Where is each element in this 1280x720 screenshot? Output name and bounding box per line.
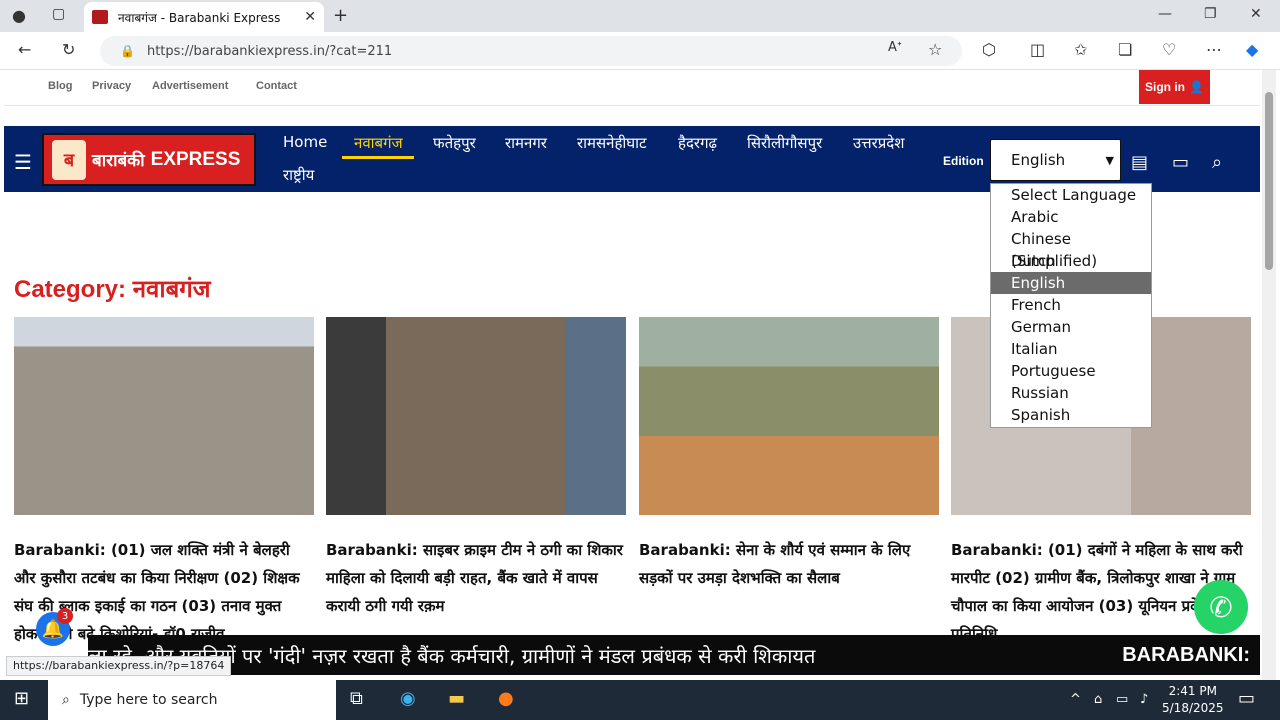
language-selected-value: English bbox=[1011, 151, 1066, 169]
top-link-blog[interactable]: Blog bbox=[48, 80, 72, 92]
language-option[interactable]: Portuguese bbox=[991, 360, 1151, 382]
newspaper-icon[interactable]: ▤ bbox=[1131, 152, 1148, 173]
article-image[interactable] bbox=[326, 317, 626, 515]
new-tab-icon[interactable]: + bbox=[333, 5, 348, 26]
chevron-down-icon: ▼ bbox=[1105, 153, 1114, 167]
menu-uttarpradesh[interactable]: उत्तरप्रदेश bbox=[853, 133, 904, 153]
favorites-icon[interactable]: ✩ bbox=[1074, 40, 1087, 59]
hamburger-menu-icon[interactable]: ☰ bbox=[14, 150, 32, 174]
url-text: https://barabankiexpress.in/?cat=211 bbox=[146, 43, 393, 59]
article-image[interactable] bbox=[14, 317, 314, 515]
sign-in-button[interactable]: Sign in 👤 bbox=[1139, 70, 1210, 104]
tray-security-icon[interactable]: ⌂ bbox=[1094, 692, 1102, 707]
top-link-privacy[interactable]: Privacy bbox=[92, 80, 131, 92]
top-link-contact[interactable]: Contact bbox=[256, 80, 297, 92]
windows-start-icon[interactable]: ⊞ bbox=[14, 688, 29, 709]
language-option[interactable]: Chinese (Simplified) bbox=[991, 228, 1151, 270]
news-ticker[interactable]: ला रहे, और युवतियों पर 'गंदी' नज़र रखता … bbox=[88, 635, 1260, 675]
status-bar-url: https://barabankiexpress.in/?p=18764 bbox=[6, 656, 232, 676]
tv-icon[interactable]: ▭ bbox=[1172, 152, 1189, 173]
language-select[interactable]: English ▼ bbox=[990, 139, 1121, 181]
taskbar-search-label: Type here to search bbox=[79, 692, 218, 708]
edge-browser-icon[interactable]: ◉ bbox=[400, 688, 416, 709]
collections-icon[interactable]: ❏ bbox=[1118, 40, 1132, 59]
tab-title: नवाबगंज - Barabanki Express bbox=[118, 10, 281, 25]
network-icon[interactable]: ▭ bbox=[1116, 692, 1128, 707]
category-title: Category: नवाबगंज bbox=[14, 276, 211, 303]
ticker-brand: BARABANKI: bbox=[1122, 643, 1250, 666]
tray-chevron-icon[interactable]: ^ bbox=[1070, 692, 1081, 707]
close-window-icon[interactable]: ✕ bbox=[1250, 6, 1262, 22]
taskbar-search[interactable]: ⌕ Type here to search bbox=[48, 680, 336, 720]
restore-icon[interactable]: ❐ bbox=[1204, 6, 1217, 22]
lock-icon: 🔒 bbox=[120, 44, 135, 58]
menu-rashtriya[interactable]: राष्ट्रीय bbox=[283, 165, 314, 185]
language-option[interactable]: Italian bbox=[991, 338, 1151, 360]
site-favicon-icon bbox=[92, 10, 108, 24]
menu-fatehpur[interactable]: फतेहपुर bbox=[433, 133, 476, 153]
logo-badge-icon: ब bbox=[52, 139, 86, 180]
search-icon: ⌕ bbox=[62, 692, 70, 708]
close-tab-icon[interactable]: ✕ bbox=[304, 9, 316, 25]
sign-in-label: Sign in bbox=[1145, 80, 1186, 94]
split-screen-icon[interactable]: ◫ bbox=[1030, 40, 1045, 59]
more-menu-icon[interactable]: ⋯ bbox=[1206, 40, 1222, 59]
tab-active[interactable]: नवाबगंज - Barabanki Express ✕ bbox=[84, 2, 324, 32]
minimize-icon[interactable]: — bbox=[1158, 6, 1172, 22]
extensions-icon[interactable]: ⬡ bbox=[982, 40, 996, 59]
language-option[interactable]: French bbox=[991, 294, 1151, 316]
menu-nawabganj[interactable]: नवाबगंज bbox=[354, 133, 403, 153]
language-option-selected[interactable]: English bbox=[991, 272, 1151, 294]
tab-actions-icon[interactable]: ▢ bbox=[52, 6, 65, 22]
menu-sirauligauspur[interactable]: सिरौलीगौसपुर bbox=[747, 133, 822, 153]
language-option[interactable]: Select Language bbox=[991, 184, 1151, 206]
ticker-text: ला रहे, और युवतियों पर 'गंदी' नज़र रखता … bbox=[88, 643, 816, 668]
edition-label: Edition bbox=[943, 154, 984, 168]
scrollbar-thumb[interactable] bbox=[1265, 92, 1273, 270]
clock-time: 2:41 PM bbox=[1168, 684, 1217, 698]
address-bar[interactable]: 🔒 https://barabankiexpress.in/?cat=211 bbox=[100, 36, 962, 66]
web-page: Blog Privacy Advertisement Contact Sign … bbox=[4, 70, 1260, 680]
article-title[interactable]: Barabanki: साइबर क्राइम टीम ने ठगी का शि… bbox=[326, 536, 626, 620]
menu-home[interactable]: Home bbox=[283, 133, 327, 151]
performance-icon[interactable]: ♡ bbox=[1162, 40, 1176, 59]
top-links-bar: Blog Privacy Advertisement Contact Sign … bbox=[4, 70, 1260, 106]
article-image[interactable] bbox=[639, 317, 939, 515]
read-aloud-icon[interactable]: Aᐩ bbox=[888, 40, 902, 55]
menu-haidergarh[interactable]: हैदरगढ़ bbox=[678, 133, 717, 153]
language-option[interactable]: Russian bbox=[991, 382, 1151, 404]
search-icon[interactable]: ⌕ bbox=[1212, 152, 1222, 173]
logo-hindi: बाराबंकी bbox=[92, 151, 145, 171]
language-dropdown: Select Language Arabic Chinese (Simplifi… bbox=[990, 183, 1152, 428]
clock-date: 5/18/2025 bbox=[1162, 701, 1224, 715]
copilot-icon[interactable]: ◆ bbox=[1246, 40, 1258, 59]
menu-ramnagar[interactable]: रामनगर bbox=[505, 133, 547, 153]
whatsapp-icon[interactable]: ✆ bbox=[1194, 580, 1248, 634]
site-logo[interactable]: ब बाराबंकी EXPRESS bbox=[42, 133, 256, 186]
volume-icon[interactable]: ♪ bbox=[1140, 692, 1148, 707]
user-icon: 👤 bbox=[1189, 80, 1204, 94]
firefox-icon[interactable]: ● bbox=[498, 688, 514, 709]
profile-icon[interactable]: ● bbox=[12, 6, 26, 25]
back-icon[interactable]: ← bbox=[18, 40, 31, 59]
language-option[interactable]: German bbox=[991, 316, 1151, 338]
language-option[interactable]: Spanish bbox=[991, 404, 1151, 426]
file-explorer-icon[interactable]: ▬ bbox=[448, 688, 465, 709]
logo-english: EXPRESS bbox=[150, 148, 241, 170]
taskbar-clock[interactable]: 2:41 PM 5/18/2025 bbox=[1162, 683, 1224, 717]
task-view-icon[interactable]: ⧉ bbox=[350, 688, 363, 709]
article-title[interactable]: Barabanki: सेना के शौर्य एवं सम्मान के ल… bbox=[639, 536, 939, 592]
notification-center-icon[interactable]: ▭ bbox=[1238, 688, 1255, 709]
favorite-star-icon[interactable]: ☆ bbox=[928, 40, 942, 59]
language-option[interactable]: Arabic bbox=[991, 206, 1151, 228]
menu-active-underline bbox=[342, 156, 414, 159]
notification-badge: 3 bbox=[57, 608, 73, 624]
top-link-advertisement[interactable]: Advertisement bbox=[152, 80, 228, 92]
refresh-icon[interactable]: ↻ bbox=[62, 40, 75, 59]
menu-ramsanehighat[interactable]: रामसनेहीघाट bbox=[577, 133, 647, 153]
